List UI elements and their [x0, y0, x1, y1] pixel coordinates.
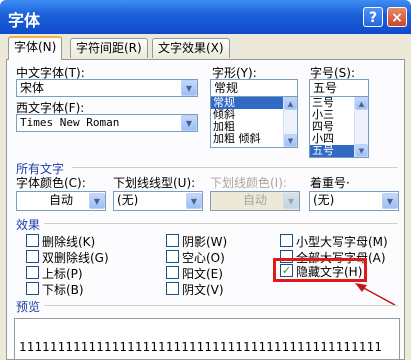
checkmark-icon: ✓ [281, 264, 292, 277]
dropdown-arrow-icon[interactable]: ▼ [181, 80, 197, 96]
scroll-down-icon[interactable]: ▼ [284, 134, 297, 147]
underline-color-label: 下划线颜色(I): [210, 176, 287, 190]
annotation-arrow-icon [355, 283, 396, 306]
size-value: 五号 [313, 81, 338, 95]
font-color-label: 字体颜色(C): [16, 176, 86, 190]
help-icon: ? [368, 10, 378, 26]
separator [72, 167, 398, 168]
subscript-label: 下标(B) [42, 283, 84, 297]
west-font-select[interactable]: Times New Roman [16, 114, 198, 132]
style-input[interactable]: 常规 [210, 79, 298, 97]
strikethrough-label: 删除线(K) [42, 235, 96, 249]
underline-type-value: (无) [117, 193, 139, 207]
superscript-label: 上标(P) [42, 267, 83, 281]
underline-color-value: 自动 [242, 193, 267, 207]
dropdown-arrow-icon[interactable]: ▼ [89, 193, 105, 209]
dropdown-arrow-icon[interactable]: ▼ [382, 193, 398, 209]
west-font-value: Times New Roman [20, 116, 120, 129]
preview-box: 1111111111111111111111111111111111111111… [14, 318, 400, 360]
help-button[interactable]: ? [363, 7, 383, 27]
dropdown-arrow-icon: ▼ [283, 193, 299, 209]
size-scrollbar[interactable]: ▲ ▼ [354, 97, 368, 157]
engrave-label: 阴文(V) [182, 283, 224, 297]
shadow-label: 阴影(W) [182, 235, 228, 249]
preview-group-label: 预览 [16, 300, 41, 314]
separator [44, 305, 398, 306]
dropdown-arrow-icon[interactable]: ▼ [181, 115, 197, 131]
close-button[interactable]: × [387, 7, 407, 27]
outline-checkbox[interactable] [166, 250, 179, 263]
double-strikethrough-checkbox[interactable] [26, 250, 39, 263]
cn-font-select[interactable]: 宋体 [16, 79, 198, 97]
style-value: 常规 [214, 81, 239, 95]
small-caps-checkbox[interactable] [280, 234, 293, 247]
style-scrollbar[interactable]: ▲ ▼ [283, 97, 297, 147]
cn-font-value: 宋体 [20, 81, 45, 95]
superscript-checkbox[interactable] [26, 266, 39, 279]
font-color-value: 自动 [48, 193, 73, 207]
emphasis-label: 着重号· [310, 176, 350, 190]
small-caps-label: 小型大写字母(M) [296, 235, 388, 249]
shadow-checkbox[interactable] [166, 234, 179, 247]
tab-text-effects[interactable]: 文字效果(X) [152, 38, 230, 58]
tab-font[interactable]: 字体(N) [8, 36, 63, 60]
size-input[interactable]: 五号 [309, 79, 369, 97]
double-strikethrough-label: 双删除线(G) [42, 251, 109, 265]
title-bar: 字体 ? × [0, 0, 411, 34]
dropdown-arrow-icon[interactable]: ▼ [186, 193, 202, 209]
close-icon: × [391, 10, 403, 26]
preview-text: 1111111111111111111111111111111111111111… [19, 340, 383, 354]
tab-char-spacing[interactable]: 字符间距(R) [70, 38, 148, 58]
scroll-up-icon[interactable]: ▲ [284, 97, 297, 110]
emboss-checkbox[interactable] [166, 266, 179, 279]
window-title: 字体 [8, 11, 41, 30]
emphasis-value: (无) [313, 193, 335, 207]
strikethrough-checkbox[interactable] [26, 234, 39, 247]
effects-group-label: 效果 [16, 218, 41, 232]
engrave-checkbox[interactable] [166, 282, 179, 295]
scroll-down-icon[interactable]: ▼ [355, 144, 368, 157]
scroll-up-icon[interactable]: ▲ [355, 97, 368, 110]
hidden-text-checkbox[interactable]: ✓ [280, 264, 293, 277]
outline-label: 空心(O) [182, 251, 225, 265]
separator [44, 223, 398, 224]
subscript-checkbox[interactable] [26, 282, 39, 295]
underline-type-label: 下划线线型(U): [113, 176, 196, 190]
emboss-label: 阳文(E) [182, 267, 223, 281]
